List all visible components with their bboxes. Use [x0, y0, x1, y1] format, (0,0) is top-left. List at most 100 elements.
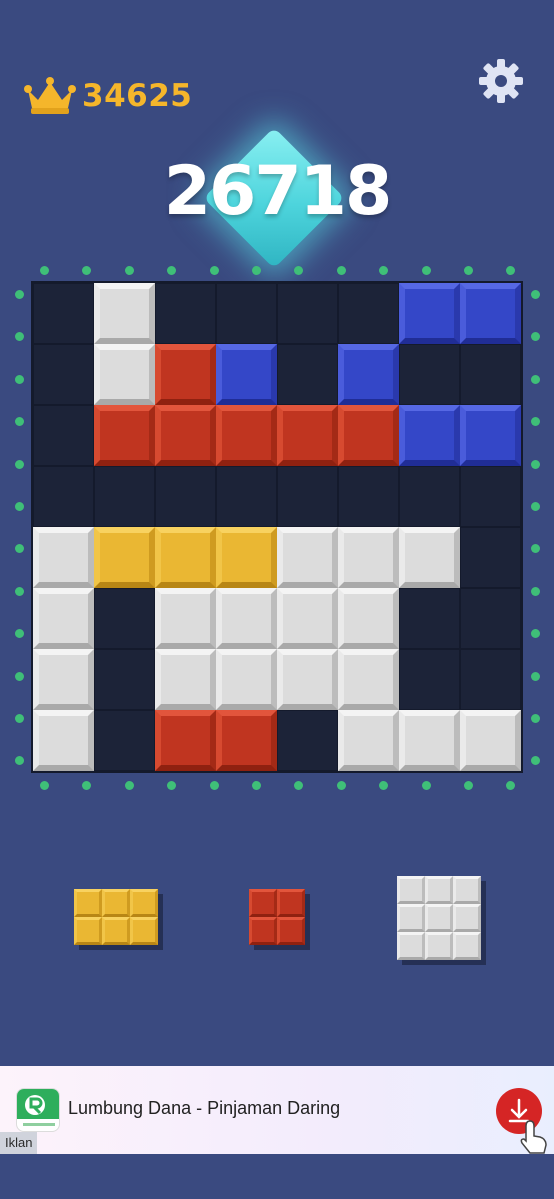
game-board[interactable]: [31, 281, 523, 773]
border-dot: [15, 332, 24, 342]
piece-block: [397, 876, 425, 904]
ad-label: Iklan: [0, 1132, 38, 1154]
piece-block: [74, 889, 102, 917]
border-dot: [531, 417, 540, 427]
border-dot: [15, 714, 24, 723]
ad-title[interactable]: Lumbung Dana - Pinjaman Daring: [68, 1098, 340, 1119]
best-score: 34625: [22, 76, 192, 116]
piece-block: [453, 904, 481, 932]
white-block: [216, 588, 277, 649]
border-dot: [531, 544, 540, 554]
best-score-value: 34625: [82, 78, 193, 114]
current-score-area: 26718: [0, 127, 554, 269]
white-block: [399, 527, 460, 588]
white-block: [338, 649, 399, 710]
border-dot: [209, 781, 219, 790]
board-cell[interactable]: [399, 344, 460, 405]
board-cell[interactable]: [399, 588, 460, 649]
board-cell[interactable]: [33, 405, 94, 466]
red-block: [216, 710, 277, 771]
border-dot: [15, 290, 24, 299]
red-block: [155, 710, 216, 771]
current-score: 26718: [163, 152, 393, 231]
piece-block: [453, 932, 481, 960]
border-dot: [531, 756, 540, 766]
border-dot: [506, 781, 516, 790]
white-block: [277, 649, 338, 710]
yellow-block: [155, 527, 216, 588]
red-block: [277, 405, 338, 466]
border-dot: [464, 266, 473, 275]
piece-block: [425, 904, 453, 932]
piece-block: [102, 917, 130, 945]
board-cell[interactable]: [277, 466, 338, 527]
board-cell[interactable]: [338, 466, 399, 527]
board-cell[interactable]: [277, 283, 338, 344]
board-cell[interactable]: [33, 283, 94, 344]
board-cell[interactable]: [460, 649, 521, 710]
border-dot: [336, 781, 346, 790]
white-block: [94, 283, 155, 344]
border-dot: [506, 266, 516, 275]
board-cell[interactable]: [460, 344, 521, 405]
board-cell[interactable]: [94, 466, 155, 527]
yellow-3x2-piece[interactable]: [74, 889, 158, 945]
piece-block: [102, 889, 130, 917]
white-block: [338, 710, 399, 771]
red-block: [155, 405, 216, 466]
piece-block: [130, 889, 158, 917]
blue-block: [338, 344, 399, 405]
board-cell[interactable]: [33, 344, 94, 405]
border-dot: [531, 714, 540, 723]
gear-icon[interactable]: [478, 58, 524, 104]
board-cell[interactable]: [338, 283, 399, 344]
yellow-block: [94, 527, 155, 588]
border-dot: [336, 266, 346, 275]
board-cell[interactable]: [216, 283, 277, 344]
white-block: [216, 649, 277, 710]
board-cell[interactable]: [94, 710, 155, 771]
board-cell[interactable]: [33, 466, 94, 527]
white-3x3-piece[interactable]: [397, 876, 481, 960]
tap-hand-icon: [520, 1120, 547, 1154]
board-cell[interactable]: [155, 283, 216, 344]
yellow-block: [216, 527, 277, 588]
board-cell[interactable]: [399, 649, 460, 710]
white-block: [277, 527, 338, 588]
board-cell[interactable]: [460, 588, 521, 649]
border-dot: [15, 459, 24, 469]
board-cell[interactable]: [460, 527, 521, 588]
board-cell[interactable]: [460, 466, 521, 527]
lumbung-dana-logo-icon: [16, 1088, 60, 1132]
board-cell[interactable]: [94, 649, 155, 710]
board-cell[interactable]: [155, 466, 216, 527]
board-cell[interactable]: [277, 710, 338, 771]
board-cell[interactable]: [277, 344, 338, 405]
board-cell[interactable]: [94, 588, 155, 649]
border-dot: [124, 266, 134, 275]
border-dot: [15, 417, 24, 427]
border-dot: [531, 332, 540, 342]
border-dot: [40, 266, 49, 275]
border-dot: [531, 290, 540, 299]
border-dot: [209, 266, 219, 275]
white-block: [338, 527, 399, 588]
border-dot: [15, 629, 24, 639]
border-dot: [124, 781, 134, 790]
border-dot: [15, 756, 24, 766]
crown-icon: [24, 77, 76, 114]
border-dot: [531, 502, 540, 511]
border-dot: [15, 502, 24, 511]
red-block: [94, 405, 155, 466]
piece-block: [397, 904, 425, 932]
border-dot: [379, 781, 389, 790]
ad-banner[interactable]: Lumbung Dana - Pinjaman Daring: [0, 1066, 554, 1154]
white-block: [33, 527, 94, 588]
border-dot: [531, 671, 540, 681]
board-cell[interactable]: [399, 466, 460, 527]
border-dot: [15, 544, 24, 554]
board-cell[interactable]: [216, 466, 277, 527]
red-2x2-piece[interactable]: [249, 889, 305, 945]
piece-block: [130, 917, 158, 945]
border-dot: [421, 266, 431, 275]
